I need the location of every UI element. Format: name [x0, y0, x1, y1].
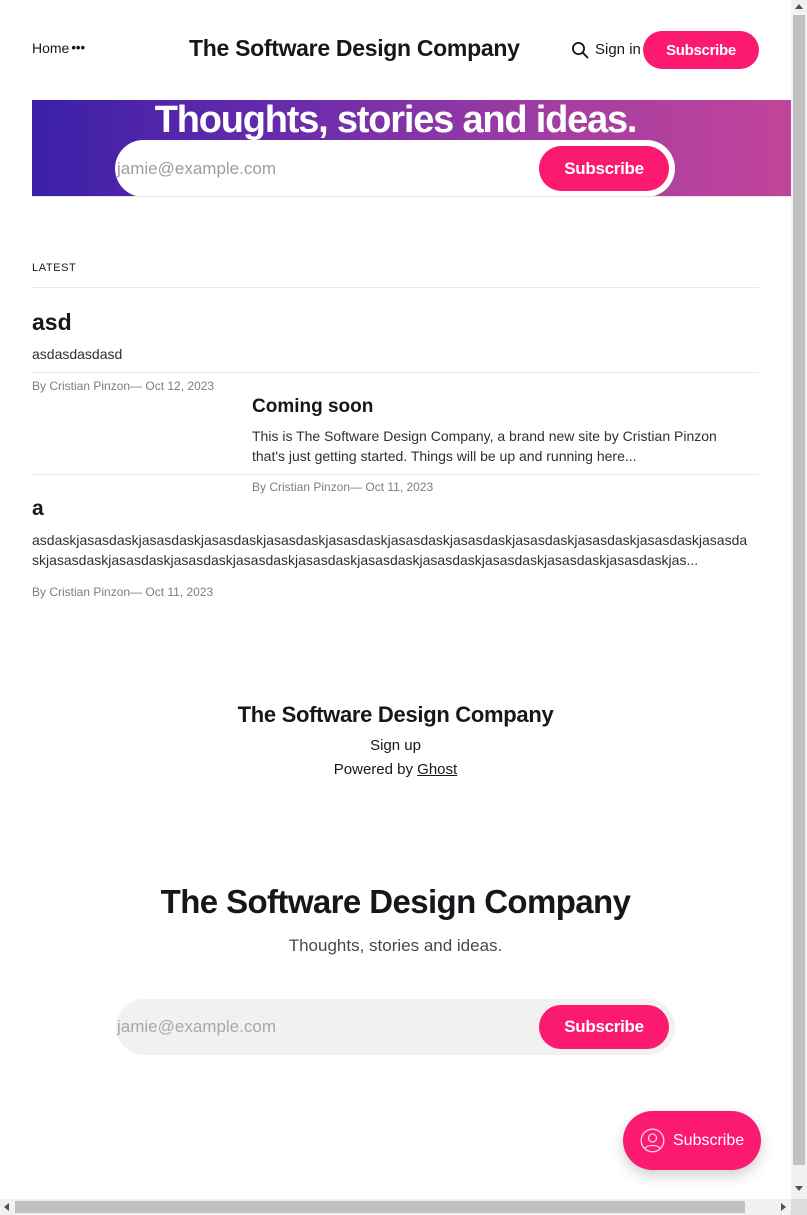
post-meta: By Cristian Pinzon— Oct 12, 2023	[32, 379, 215, 393]
cta-title: The Software Design Company	[160, 883, 631, 920]
post-title[interactable]: asd	[32, 309, 72, 336]
footer-signup-link[interactable]: Sign up	[0, 737, 791, 754]
latest-heading: LATEST	[32, 262, 77, 274]
divider	[32, 372, 759, 373]
divider	[32, 287, 759, 288]
post-excerpt: asdaskjasasdaskjasasdaskjasasdaskjasasda…	[32, 532, 748, 568]
horizontal-scrollbar[interactable]	[0, 1199, 791, 1215]
scroll-left-arrow-icon[interactable]	[4, 1203, 9, 1211]
portal-subscribe-label: Subscribe	[673, 1131, 745, 1149]
divider	[32, 474, 759, 475]
horizontal-scroll-thumb[interactable]	[15, 1201, 745, 1213]
cta-subscribe-button[interactable]: Subscribe	[539, 1005, 669, 1049]
cta-subscribe-form: jamie@example.com Subscribe	[116, 999, 675, 1055]
page: Home ••• The Software Design Company Sig…	[0, 0, 791, 1199]
vertical-scrollbar[interactable]	[791, 0, 807, 1199]
nav-home-link[interactable]: Home	[32, 40, 69, 56]
scroll-up-arrow-icon[interactable]	[795, 4, 803, 9]
ghost-link[interactable]: Ghost	[417, 761, 457, 778]
hero-subscribe-form: jamie@example.com Subscribe	[115, 140, 675, 196]
powered-by: Powered by Ghost	[0, 761, 791, 778]
vertical-scroll-thumb[interactable]	[793, 15, 805, 1165]
cta-description: Thoughts, stories and ideas.	[288, 936, 503, 955]
post-excerpt: asdasdasdasd	[32, 346, 123, 362]
post-meta: By Cristian Pinzon— Oct 11, 2023	[252, 480, 434, 494]
scrollbar-corner	[791, 1199, 807, 1215]
portal-subscribe-button[interactable]: Subscribe	[623, 1111, 761, 1170]
hero-banner: Thoughts, stories and ideas. jamie@examp…	[32, 100, 791, 197]
footer-site-title[interactable]: The Software Design Company	[0, 702, 791, 728]
nav-more-button[interactable]: •••	[71, 40, 85, 55]
search-icon[interactable]	[571, 41, 589, 59]
powered-by-text: Powered by	[333, 761, 418, 778]
site-title[interactable]: The Software Design Company	[189, 35, 520, 62]
primary-nav: Home •••	[32, 40, 85, 57]
user-circle-icon	[640, 1128, 665, 1153]
post-title[interactable]: a	[32, 497, 44, 521]
post-title[interactable]: Coming soon	[252, 396, 373, 418]
cta-email-input[interactable]: jamie@example.com	[117, 1017, 276, 1037]
post-excerpt: This is The Software Design Company, a b…	[252, 428, 717, 464]
scroll-down-arrow-icon[interactable]	[795, 1186, 803, 1191]
hero-subscribe-button[interactable]: Subscribe	[539, 146, 669, 191]
signin-link[interactable]: Sign in	[595, 41, 641, 58]
hero-title: Thoughts, stories and ideas.	[154, 100, 638, 141]
header-subscribe-button[interactable]: Subscribe	[643, 31, 759, 69]
scroll-right-arrow-icon[interactable]	[781, 1203, 786, 1211]
hero-email-input[interactable]: jamie@example.com	[117, 159, 276, 179]
post-meta: By Cristian Pinzon— Oct 11, 2023	[32, 585, 214, 599]
